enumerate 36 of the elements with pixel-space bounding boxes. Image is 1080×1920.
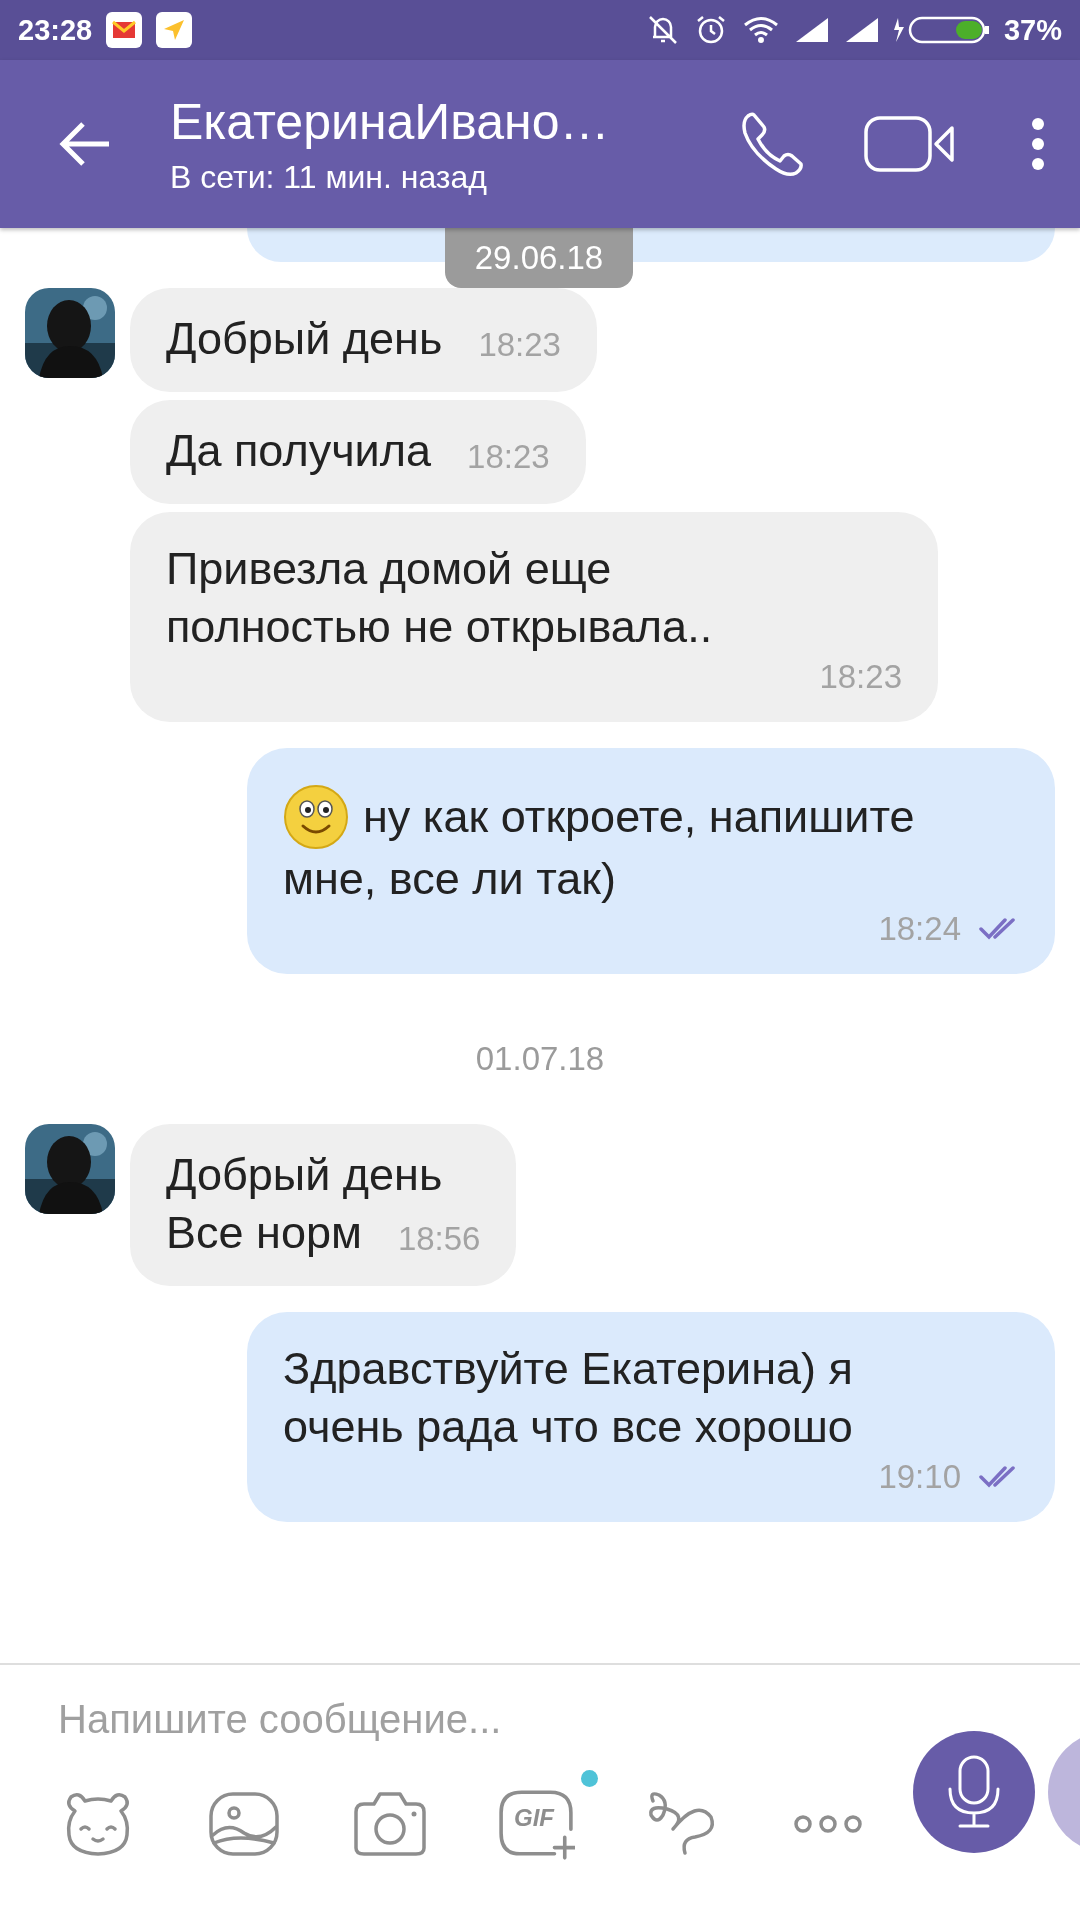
- message-text: полностью не открывала..: [166, 600, 714, 654]
- message-text: мне, все ли так): [283, 852, 617, 906]
- message-time: 18:24: [878, 910, 961, 948]
- phone-icon: [740, 111, 804, 177]
- mail-icon: [106, 12, 143, 48]
- navigation-icon: [156, 12, 193, 48]
- message-text: Добрый день: [166, 1148, 444, 1202]
- message-text: Здравствуйте Екатерина) я: [283, 1342, 854, 1396]
- message-text: Да получила: [166, 424, 432, 478]
- video-camera-icon: [864, 116, 954, 172]
- message-time: 18:23: [478, 326, 561, 363]
- message-time: 19:10: [878, 1458, 961, 1496]
- last-seen-text: В сети: 11 мин. назад: [170, 158, 488, 196]
- date-label: 29.06.18: [445, 228, 633, 288]
- message-text: Все норм: [166, 1206, 362, 1260]
- gif-frame-icon: [497, 1788, 575, 1860]
- more-horizontal-icon: [793, 1814, 863, 1834]
- image-icon: [208, 1791, 280, 1857]
- message-input-field[interactable]: Напишите сообщение...: [58, 1697, 678, 1742]
- message-text: Добрый день: [166, 312, 443, 366]
- battery-icon: [893, 14, 990, 46]
- clock-text: 23:28: [18, 13, 93, 47]
- message-time: 18:56: [397, 1220, 481, 1257]
- camera-icon: [352, 1790, 428, 1858]
- message-text: ну как откроете, напишите: [283, 784, 1019, 850]
- more-vertical-icon: [1031, 117, 1045, 171]
- message-text: очень рада что все хорошо: [283, 1400, 854, 1454]
- message-time: 18:23: [819, 658, 902, 696]
- back-arrow-icon: [59, 122, 111, 166]
- microphone-icon: [946, 1755, 1002, 1829]
- message-time: 18:23: [467, 438, 550, 475]
- battery-percent: 37%: [1003, 13, 1062, 47]
- contact-name: ЕкатеринаИвано…: [170, 92, 611, 151]
- date-separator: 01.07.18: [475, 1040, 605, 1078]
- gif-button[interactable]: GIF: [496, 1784, 576, 1864]
- message-text: Привезла домой еще: [166, 542, 613, 596]
